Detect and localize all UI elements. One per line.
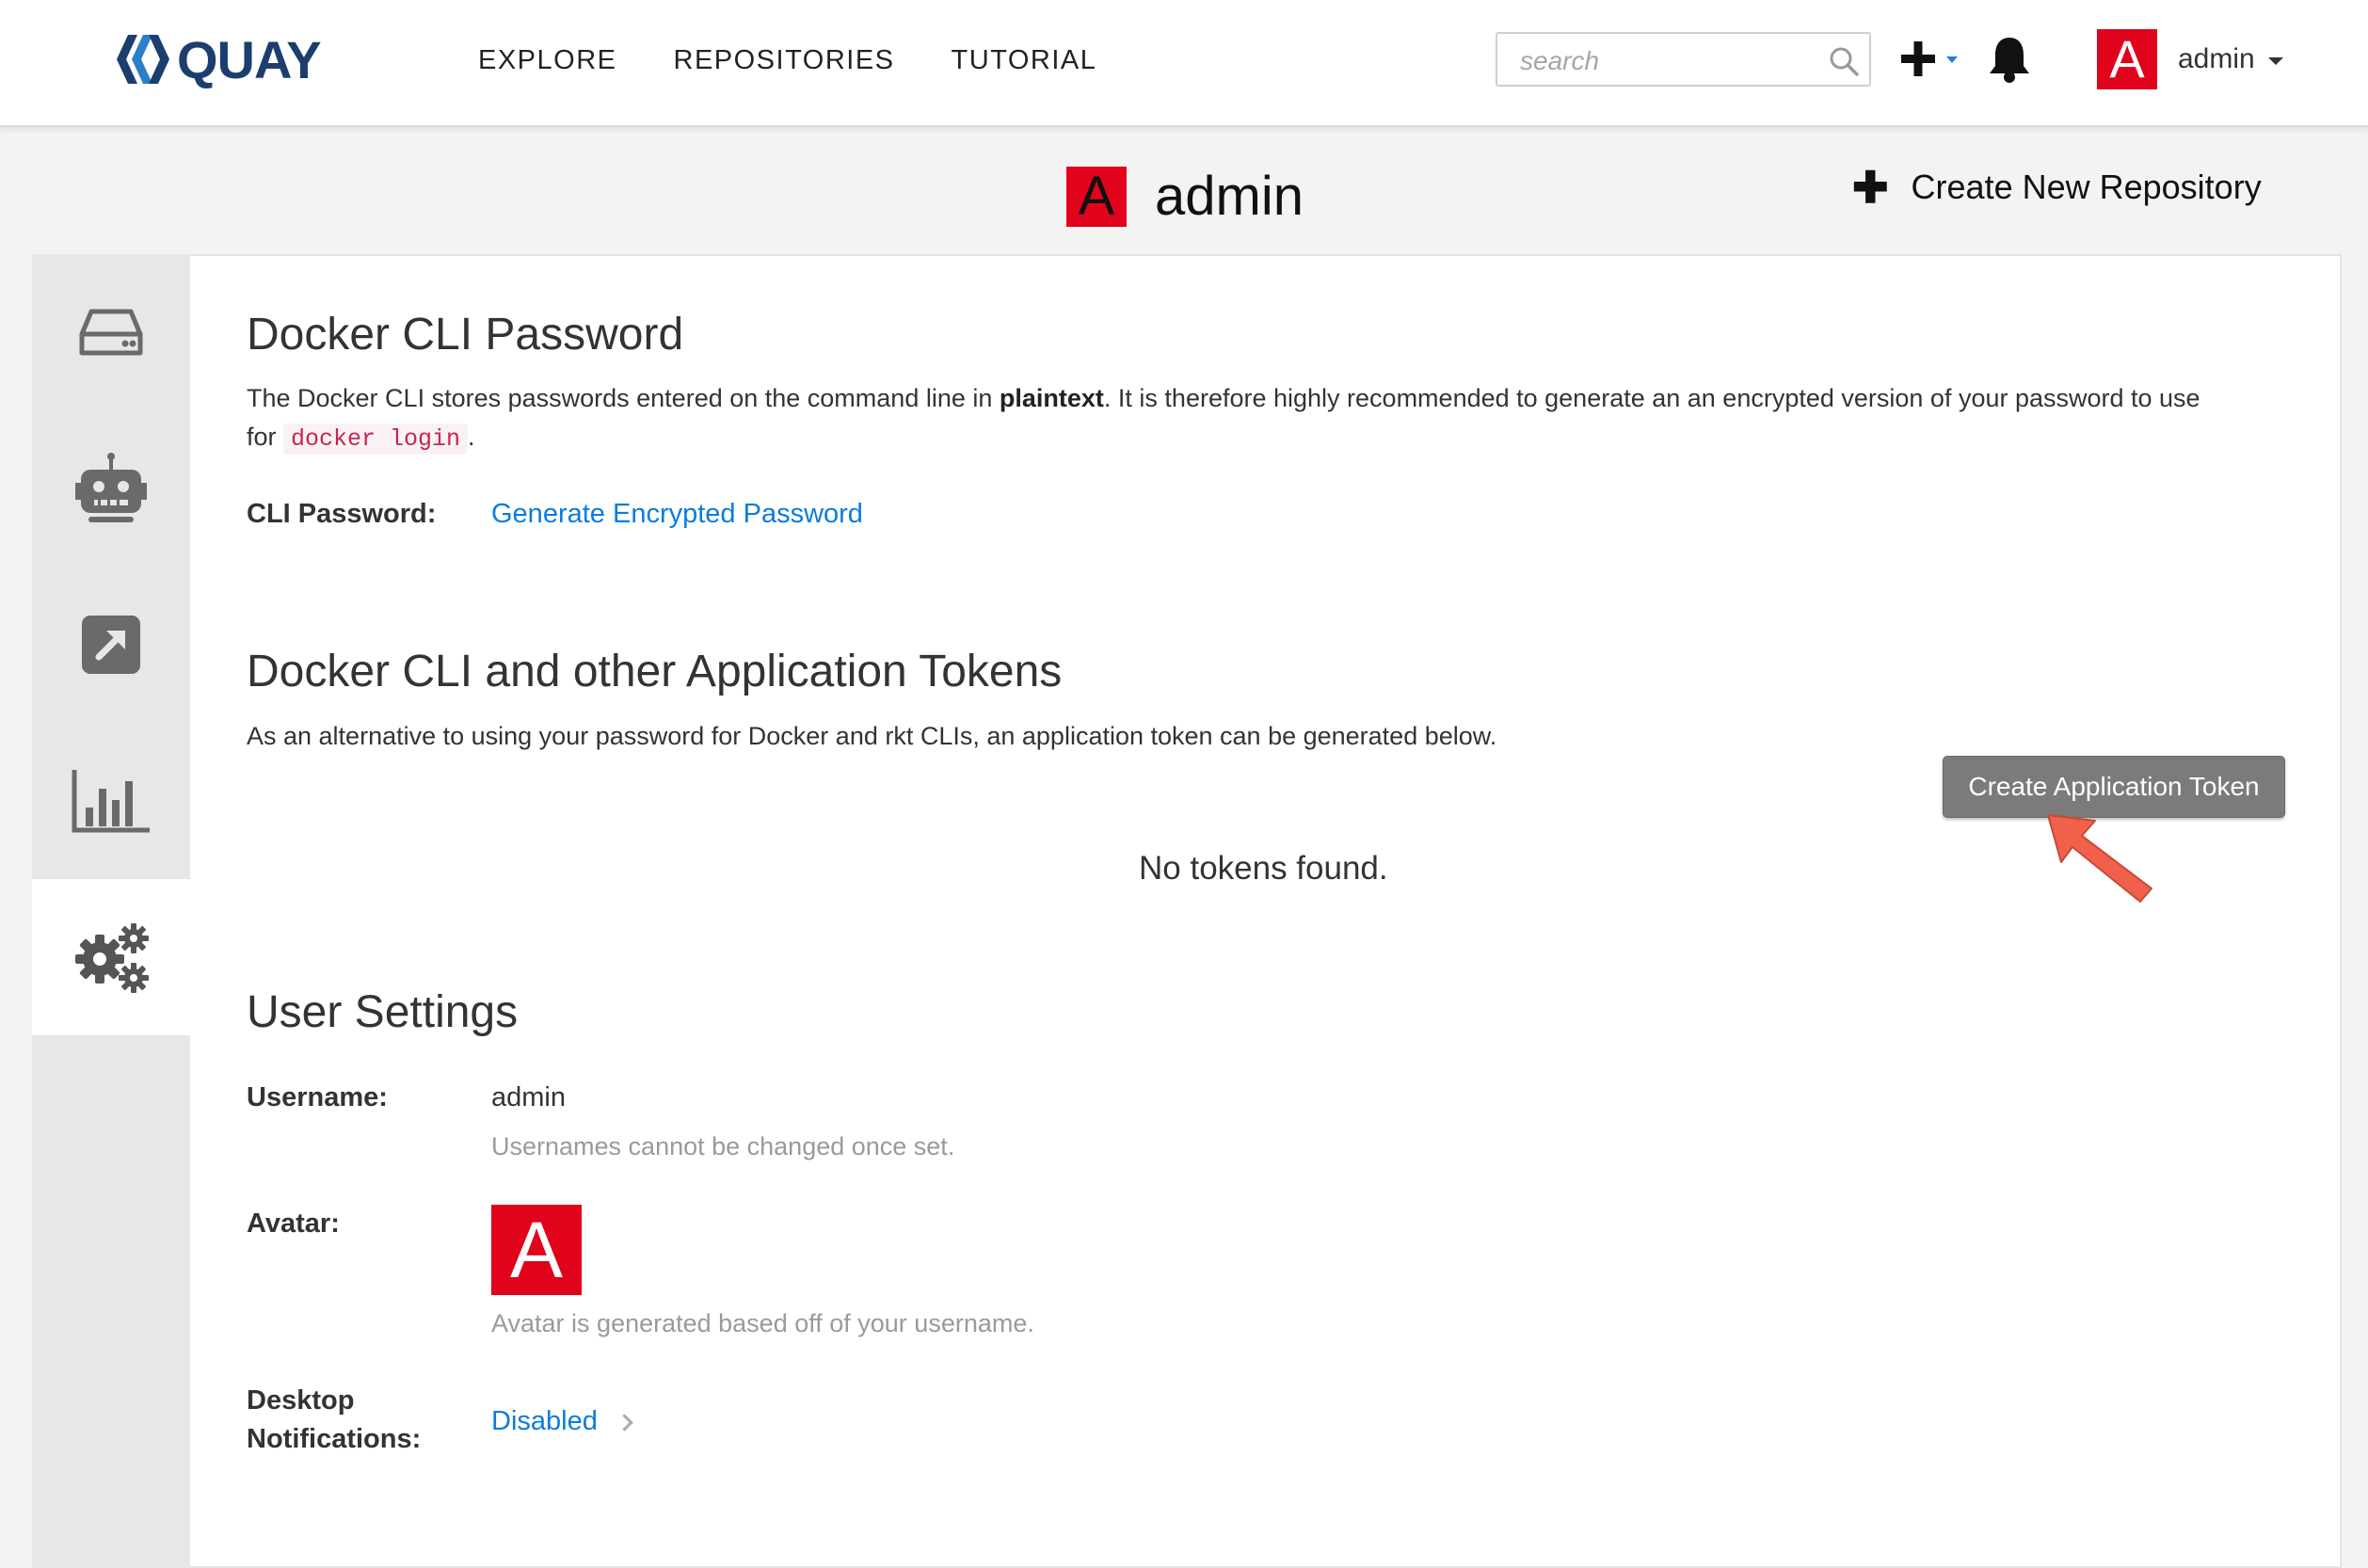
app-tokens-heading: Docker CLI and other Application Tokens [247,647,1063,696]
chevron-right-icon [616,1414,633,1432]
create-new-repository-button[interactable]: ✚ Create New Repository [1852,166,2262,209]
username-value: admin [491,1082,566,1112]
tab-repositories[interactable] [32,254,190,410]
create-plus-dropdown[interactable] [1899,36,1963,83]
external-link-icon [82,616,140,674]
search-icon[interactable] [1828,45,1860,77]
user-menu-caret-icon [2267,57,2283,65]
gears-icon [75,923,149,993]
bar-chart-icon [72,770,150,833]
avatar-help: Avatar is generated based off of your us… [491,1309,1034,1337]
user-avatar-large: A [491,1205,582,1295]
user-menu[interactable]: A admin [2097,28,2283,90]
create-repo-label: Create New Repository [1911,168,2262,206]
user-settings-heading: User Settings [247,987,519,1037]
nav-explore[interactable]: EXPLORE [478,45,617,76]
username-label: Username: [247,1082,388,1112]
page-header: A admin [1066,165,1304,228]
tab-external-logins[interactable] [32,567,190,723]
top-navbar: QUAY EXPLORE REPOSITORIES TUTORIAL A adm… [0,0,2368,127]
desktop-notifications-label: Desktop Notifications: [247,1385,422,1454]
sidebar-tabs [32,254,190,1568]
generate-encrypted-password-link[interactable]: Generate Encrypted Password [491,495,863,534]
plus-icon: ✚ [1852,163,1889,212]
tab-usage-logs[interactable] [32,723,190,879]
desktop-notifications-value: Disabled [491,1406,598,1436]
main-nav: EXPLORE REPOSITORIES TUTORIAL [478,0,1096,120]
username-help: Usernames cannot be changed once set. [491,1132,955,1160]
nav-tutorial[interactable]: TUTORIAL [952,45,1097,76]
search-input[interactable] [1518,43,1804,79]
no-tokens-message: No tokens found. [1139,850,1388,887]
user-avatar: A [2097,29,2157,89]
notifications-bell-icon[interactable] [1986,34,2033,85]
quay-logo[interactable]: QUAY [115,28,322,90]
docker-login-code: docker login [283,424,469,455]
page-title: admin [1155,166,1304,227]
user-name: admin [2178,43,2255,74]
hard-drive-icon [79,309,143,356]
annotation-arrow-icon [2047,814,2152,903]
chevron-down-icon [1946,56,1958,63]
robot-icon [75,453,147,522]
cli-password-description: The Docker CLI stores passwords entered … [247,384,2200,455]
desktop-notifications-toggle[interactable]: Disabled [491,1402,633,1441]
app-tokens-description: As an alternative to using your password… [247,722,1497,750]
page-avatar: A [1066,166,1127,227]
nav-repositories[interactable]: REPOSITORIES [674,45,895,76]
search-box [1496,32,1871,87]
cli-password-heading: Docker CLI Password [247,310,684,360]
tab-user-settings[interactable] [32,879,190,1035]
avatar-label: Avatar: [247,1208,340,1239]
logo-text: QUAY [177,29,322,89]
tab-robot-accounts[interactable] [32,410,190,567]
cli-password-label: CLI Password: [247,499,437,529]
quay-logo-icon [117,35,169,84]
